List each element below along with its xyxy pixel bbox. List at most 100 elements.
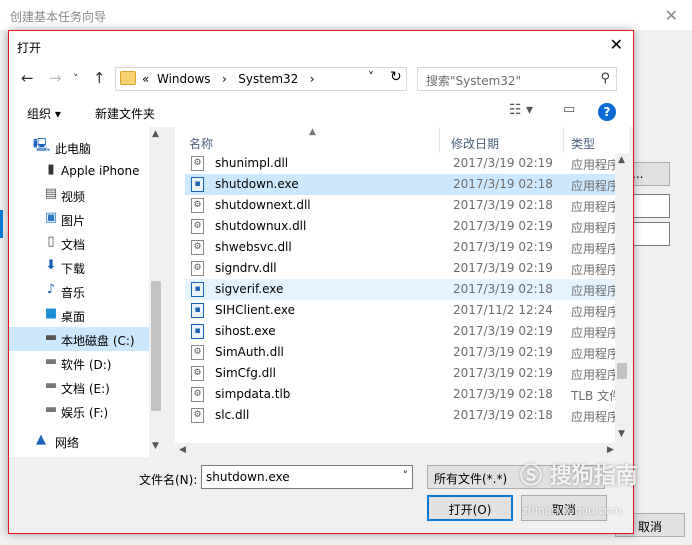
sort-ascending-icon: ▲: [309, 127, 316, 137]
file-date-modified: 2017/3/19 02:19: [453, 240, 553, 254]
nav-item-downloads[interactable]: ⬇ 下载: [9, 255, 149, 279]
recent-locations-chevron-icon[interactable]: ˅: [73, 72, 79, 85]
column-date-modified[interactable]: 修改日期: [451, 135, 499, 152]
file-row[interactable]: ⚙ shutdownux.dll 2017/3/19 02:19 应用程序: [185, 216, 615, 237]
file-row[interactable]: ▪ SIHClient.exe 2017/11/2 12:24 应用程序: [185, 300, 615, 321]
drive-icon: ▬: [44, 354, 58, 369]
scroll-down-arrow-icon[interactable]: ▼: [152, 441, 159, 451]
nav-item-entertainment-f[interactable]: ▬ 娱乐 (F:): [9, 399, 149, 423]
address-bar[interactable]: « Windows › System32 › ˅ ↻: [115, 67, 407, 91]
scroll-left-arrow-icon[interactable]: ◀: [179, 445, 186, 455]
column-type[interactable]: 类型: [571, 135, 595, 152]
file-name: simpdata.tlb: [215, 387, 291, 401]
open-button[interactable]: 打开(O): [427, 495, 513, 521]
file-row[interactable]: ⚙ SimCfg.dll 2017/3/19 02:19 应用程序: [185, 363, 615, 384]
file-row[interactable]: ▪ sihost.exe 2017/3/19 02:19 应用程序: [185, 321, 615, 342]
address-dropdown-icon[interactable]: ˅: [368, 70, 374, 84]
file-type: 应用程序: [571, 284, 615, 298]
scrollbar-thumb[interactable]: [617, 363, 627, 379]
breadcrumb-separator-icon[interactable]: ›: [310, 72, 315, 86]
refresh-icon[interactable]: ↻: [390, 69, 402, 85]
dll-file-icon: ⚙: [191, 156, 204, 171]
scroll-down-arrow-icon[interactable]: ▼: [618, 429, 625, 439]
nav-item-videos[interactable]: ▤ 视频: [9, 183, 149, 207]
document-icon: ▯: [47, 234, 55, 249]
up-arrow-icon[interactable]: ↑: [93, 69, 106, 87]
navigation-scrollbar[interactable]: ▲ ▼: [149, 127, 163, 457]
file-row[interactable]: ▪ sigverif.exe 2017/3/19 02:18 应用程序: [185, 279, 615, 300]
file-date-modified: 2017/3/19 02:18: [453, 198, 553, 212]
file-row[interactable]: ⚙ signdrv.dll 2017/3/19 02:19 应用程序: [185, 258, 615, 279]
computer-icon: 🖳: [33, 138, 51, 153]
breadcrumb-separator-icon[interactable]: ›: [222, 72, 227, 86]
dll-file-icon: ⚙: [191, 198, 204, 213]
nav-item-desktop[interactable]: ■ 桌面: [9, 303, 149, 327]
nav-item-network[interactable]: ▲ 网络: [9, 429, 149, 453]
column-divider[interactable]: [563, 127, 564, 153]
navigation-bar: ← → ˅ ↑ « Windows › System32 › ˅ ↻ 搜索"Sy…: [9, 61, 633, 97]
executable-file-icon: ▪: [191, 177, 204, 192]
file-row[interactable]: ⚙ shutdownext.dll 2017/3/19 02:18 应用程序: [185, 195, 615, 216]
new-folder-button[interactable]: 新建文件夹: [95, 105, 155, 122]
nav-item-label: 下载: [61, 262, 86, 276]
scrollbar-thumb[interactable]: [151, 281, 161, 411]
file-date-modified: 2017/3/19 02:19: [453, 261, 553, 275]
nav-item-this-pc[interactable]: 🖳 此电脑: [9, 135, 149, 159]
address-overflow-icon[interactable]: «: [142, 72, 149, 86]
organize-button[interactable]: 组织 ▾: [27, 105, 61, 122]
file-name: SimCfg.dll: [215, 366, 276, 380]
file-row[interactable]: ⚙ slc.dll 2017/3/19 02:18 应用程序: [185, 405, 615, 426]
file-type: 应用程序: [571, 263, 615, 277]
file-list: ▲ 名称 修改日期 类型 ⚙ shunimpl.dll 2017/3/19 02:1…: [175, 127, 629, 457]
background-close-icon[interactable]: ✕: [665, 6, 678, 25]
nav-item-documents[interactable]: ▯ 文档: [9, 231, 149, 255]
breadcrumb-windows[interactable]: Windows: [157, 72, 211, 86]
phone-icon: ▮: [47, 162, 55, 177]
nav-item-label: 视频: [61, 190, 86, 204]
nav-item-local-disk-c[interactable]: ▬ 本地磁盘 (C:): [9, 327, 149, 351]
breadcrumb-system32[interactable]: System32: [238, 72, 298, 86]
desktop-icon: ■: [44, 306, 58, 321]
file-type: 应用程序: [571, 347, 615, 361]
dialog-close-icon[interactable]: ✕: [610, 35, 623, 54]
file-row[interactable]: ⚙ simpdata.tlb 2017/3/19 02:18 TLB 文件: [185, 384, 615, 405]
nav-item-documents-e[interactable]: ▬ 文档 (E:): [9, 375, 149, 399]
nav-item-label: 音乐: [61, 286, 86, 300]
file-name: shutdownux.dll: [215, 219, 307, 233]
nav-item-music[interactable]: ♪ 音乐: [9, 279, 149, 303]
file-name: SIHClient.exe: [215, 303, 296, 317]
column-divider[interactable]: [439, 127, 440, 153]
preview-pane-icon[interactable]: ▭: [563, 102, 575, 117]
scroll-up-arrow-icon[interactable]: ▲: [618, 155, 625, 165]
file-row[interactable]: ⚙ shunimpl.dll 2017/3/19 02:19 应用程序: [185, 153, 615, 174]
file-row[interactable]: ▪ shutdown.exe 2017/3/19 02:18 应用程序: [185, 174, 615, 195]
file-name: sigverif.exe: [215, 282, 284, 296]
file-name-input[interactable]: shutdown.exe ˅: [201, 465, 413, 489]
forward-arrow-icon[interactable]: →: [49, 69, 62, 87]
search-box[interactable]: 搜索"System32" ⚲: [417, 67, 617, 91]
file-type-filter[interactable]: 所有文件(*.*): [427, 465, 605, 489]
search-input[interactable]: 搜索"System32": [426, 72, 521, 89]
back-arrow-icon[interactable]: ←: [21, 69, 34, 87]
cancel-button[interactable]: 取消: [521, 495, 607, 521]
file-row[interactable]: ⚙ SimAuth.dll 2017/3/19 02:19 应用程序: [185, 342, 615, 363]
nav-item-pictures[interactable]: ▣ 图片: [9, 207, 149, 231]
chevron-down-icon[interactable]: ˅: [403, 469, 409, 482]
file-type: 应用程序: [571, 368, 615, 382]
nav-item-apple-iphone[interactable]: ▮ Apple iPhone: [9, 159, 149, 183]
scroll-right-arrow-icon[interactable]: ▶: [607, 445, 614, 455]
video-icon: ▤: [44, 186, 58, 201]
nav-item-label: 软件 (D:): [61, 358, 112, 372]
column-name[interactable]: 名称: [189, 135, 213, 152]
help-icon[interactable]: ?: [598, 103, 616, 121]
view-options-icon[interactable]: ☷ ▾: [509, 102, 533, 118]
file-list-horizontal-scrollbar[interactable]: ◀ ▶: [175, 443, 629, 457]
file-name-value[interactable]: shutdown.exe: [206, 470, 290, 484]
file-list-vertical-scrollbar[interactable]: ▲ ▼: [615, 153, 629, 443]
address-path: « Windows › System32 ›: [142, 72, 315, 86]
nav-item-software-d[interactable]: ▬ 软件 (D:): [9, 351, 149, 375]
scroll-up-arrow-icon[interactable]: ▲: [152, 129, 159, 139]
drive-icon: ▬: [44, 330, 58, 345]
file-type: 应用程序: [571, 221, 615, 235]
file-row[interactable]: ⚙ shwebsvc.dll 2017/3/19 02:19 应用程序: [185, 237, 615, 258]
